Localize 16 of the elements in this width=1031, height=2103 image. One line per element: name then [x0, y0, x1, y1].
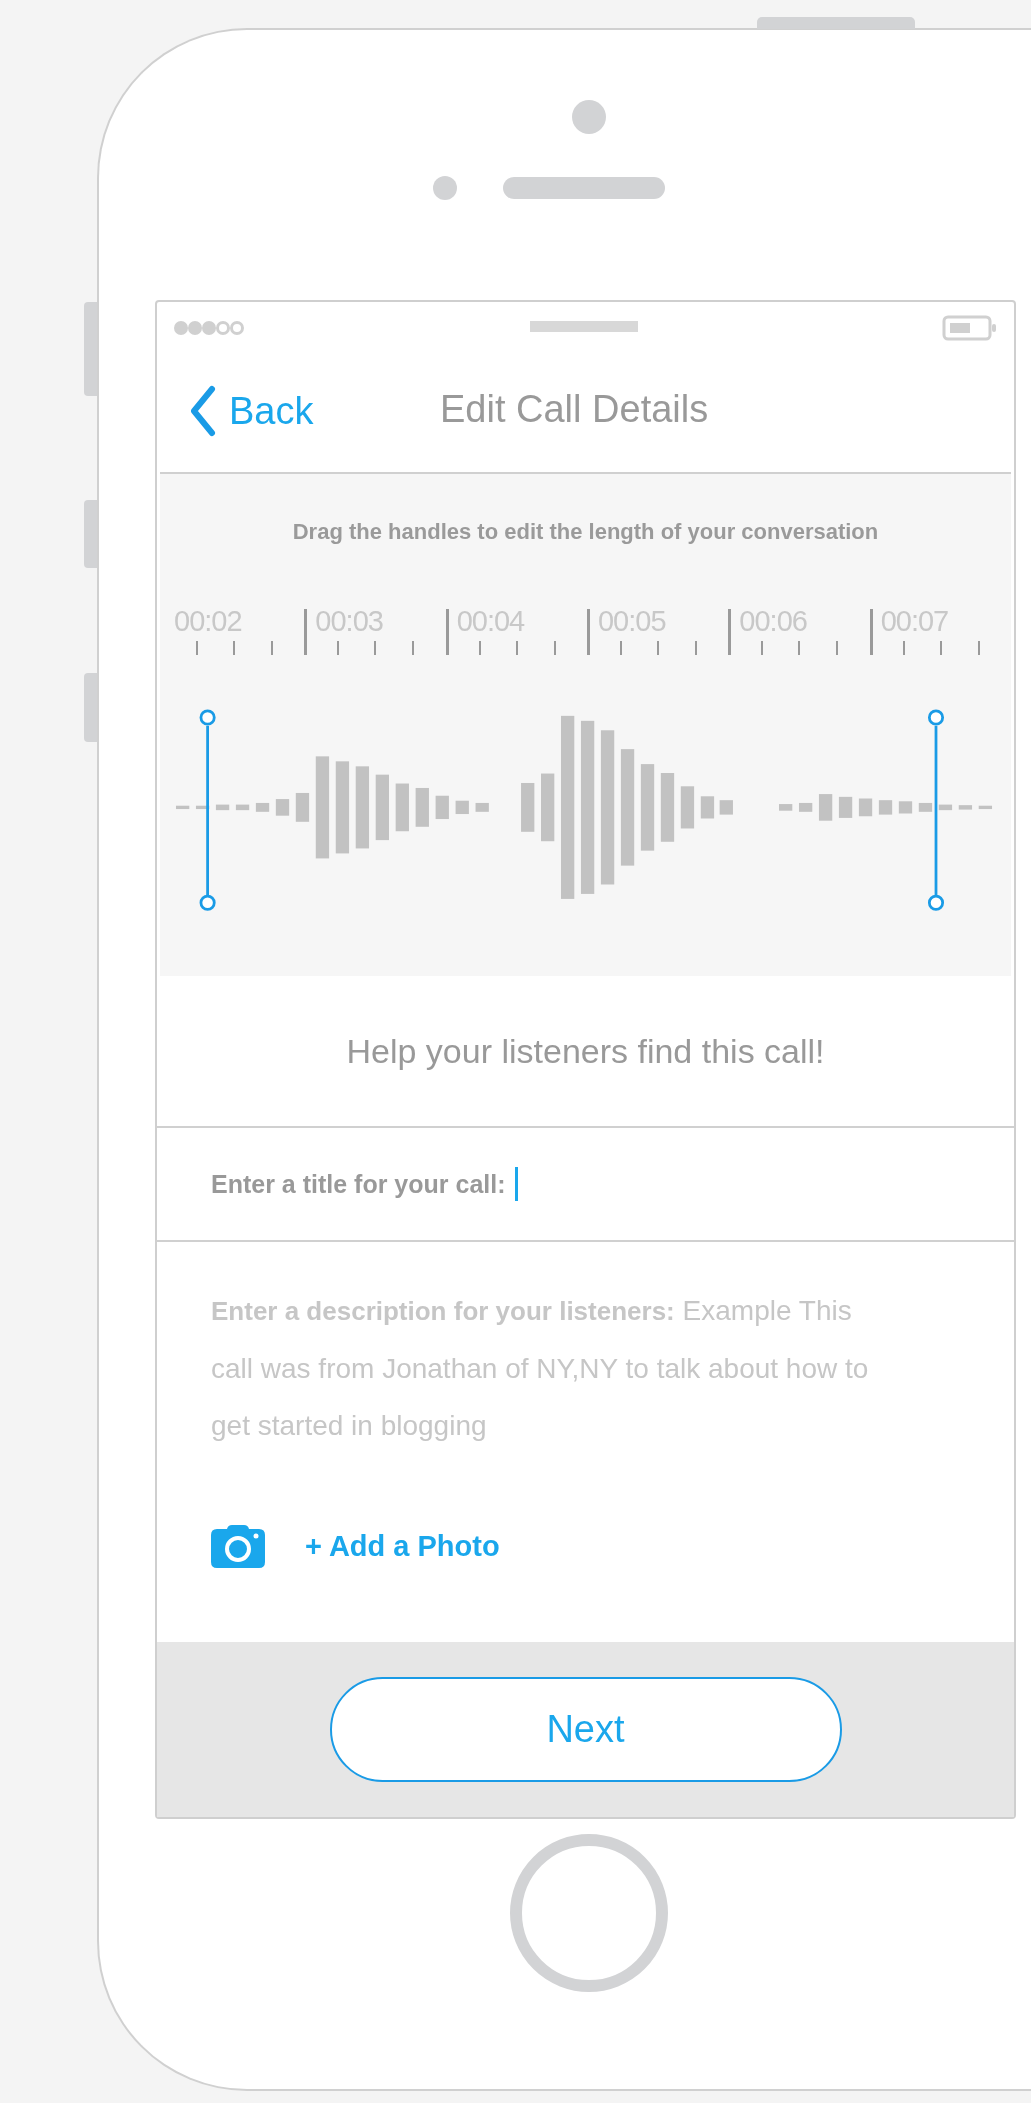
camera-icon: [211, 1524, 265, 1568]
chevron-left-icon: [189, 385, 217, 437]
front-camera: [572, 100, 606, 134]
add-photo-link[interactable]: + Add a Photo: [305, 1529, 500, 1563]
description-field[interactable]: Enter a description for your listeners: Example This call was from Jonathan of NY,NY to talk about how to get started in blogging: [211, 1282, 881, 1454]
sensor-dot: [432, 176, 457, 200]
trim-handle[interactable]: [927, 709, 945, 911]
title-field[interactable]: Enter a title for your call:: [157, 1128, 1014, 1242]
trim-handle[interactable]: [199, 709, 216, 911]
next-button[interactable]: Next: [329, 1677, 842, 1782]
screen-title: Edit Call Details: [440, 388, 709, 431]
back-button[interactable]: Back: [189, 385, 314, 437]
section-heading: Help your listeners find this call!: [346, 1031, 825, 1071]
signal-icon: [173, 320, 245, 336]
instruction-text: Drag the handles to edit the length of your conversation: [291, 519, 880, 545]
battery-icon: [942, 315, 998, 341]
